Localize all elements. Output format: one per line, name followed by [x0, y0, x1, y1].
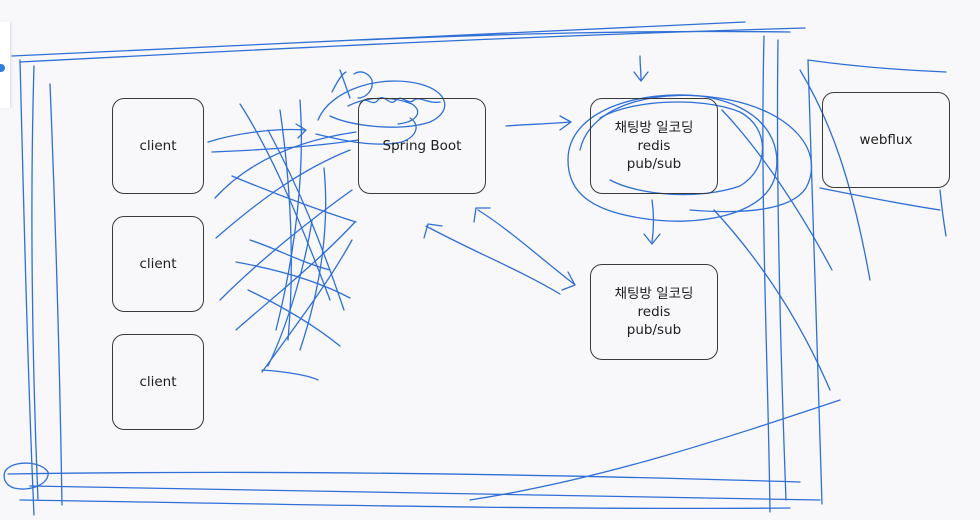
- scribble: [261, 369, 319, 381]
- frame-bottom-stroke-3: [19, 499, 791, 510]
- scribble: [275, 99, 303, 331]
- frame-left-stroke-2: [49, 83, 63, 506]
- frame-right-stroke-3: [807, 59, 823, 505]
- spring-boot-label: Spring Boot: [382, 138, 462, 154]
- chat-room-label: 채팅방 일코딩: [614, 120, 694, 136]
- frame-top-stroke-2: [19, 27, 806, 63]
- right-stroke-4: [939, 189, 947, 237]
- scribble: [215, 149, 351, 239]
- arrow-bidirectional: [477, 209, 575, 285]
- chat-redis-node-2[interactable]: 채팅방 일코딩 redis pub/sub: [590, 264, 718, 360]
- client-node-label: client: [139, 138, 177, 154]
- frame-right-stroke: [776, 39, 787, 501]
- arrow-head: [561, 271, 576, 291]
- spring-boot-node[interactable]: Spring Boot: [358, 98, 486, 194]
- right-stroke-6: [713, 209, 831, 391]
- arrow-head: [473, 207, 491, 223]
- pubsub-label: pub/sub: [626, 322, 682, 338]
- frame-bottom-stroke: [7, 471, 801, 483]
- webflux-label: webflux: [859, 132, 913, 148]
- redis-label: redis: [637, 138, 671, 154]
- client-node-label: client: [139, 374, 177, 390]
- right-stroke-3: [807, 59, 947, 73]
- chat-room-label: 채팅방 일코딩: [614, 286, 694, 302]
- client-node-label: client: [139, 256, 177, 272]
- scribble: [267, 219, 313, 367]
- client-node-1[interactable]: client: [112, 98, 204, 194]
- client-node-2[interactable]: client: [112, 216, 204, 312]
- redis-label: redis: [637, 304, 671, 320]
- frame-left-stroke: [31, 65, 39, 501]
- arrow-top-down: [639, 55, 642, 81]
- arrow-back: [425, 225, 561, 295]
- client-node-3[interactable]: client: [112, 334, 204, 430]
- whiteboard-canvas[interactable]: client client client Spring Boot 채팅방 일코딩…: [0, 0, 980, 520]
- corner-circle: [3, 462, 49, 490]
- scribble: [239, 103, 331, 301]
- right-stroke-5: [819, 187, 941, 211]
- frame-bottom-stroke-2: [29, 485, 821, 501]
- arrow-boot-to-redis: [505, 121, 571, 127]
- chat-redis-node-1[interactable]: 채팅방 일코딩 redis pub/sub: [590, 98, 718, 194]
- arrow-redis-down: [651, 199, 655, 243]
- frame-right-stroke-2: [762, 35, 771, 513]
- pubsub-label: pub/sub: [626, 156, 682, 172]
- scribble: [261, 239, 353, 373]
- webflux-node[interactable]: webflux: [822, 92, 950, 188]
